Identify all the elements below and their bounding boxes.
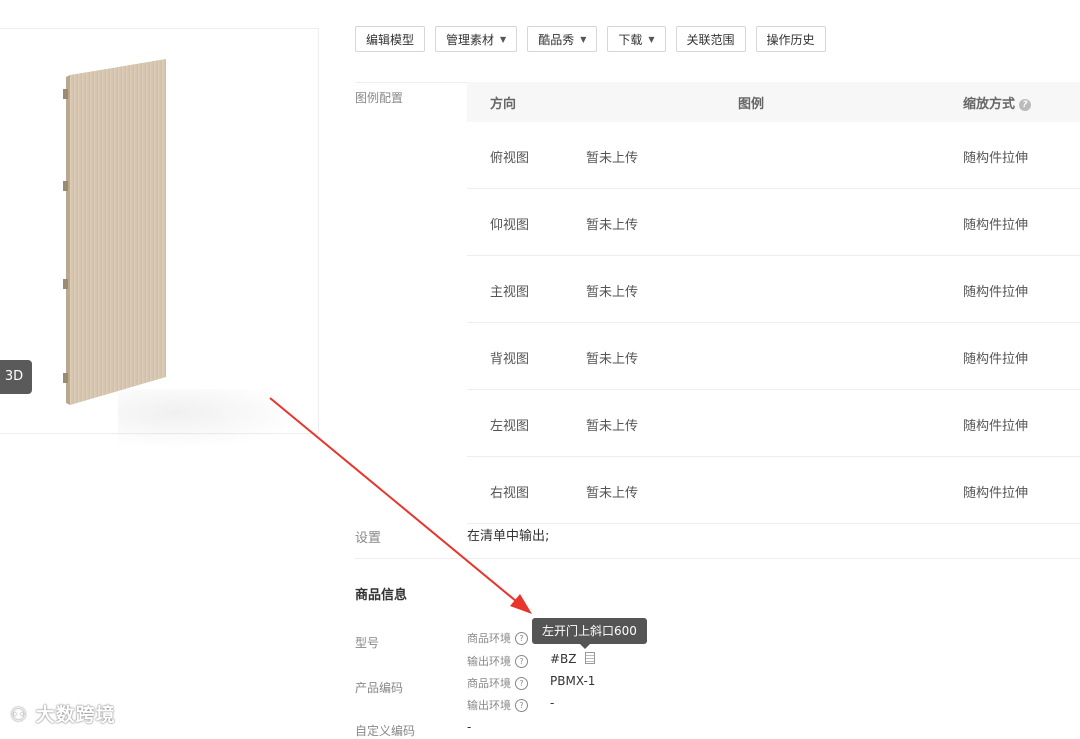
row-status: 暂未上传 <box>586 285 639 300</box>
custom-code-label: 自定义编码 <box>355 724 416 738</box>
header-scale: 缩放方式? <box>963 93 1032 112</box>
env-output-label: 输出环境 <box>467 655 511 668</box>
row-direction: 俯视图 <box>490 151 530 166</box>
env-output-label: 输出环境 <box>467 699 511 712</box>
kupinxiu-dropdown[interactable]: 酷品秀 ▼ <box>527 26 598 52</box>
row-scale: 随构件拉伸 <box>963 419 1029 434</box>
code-output-value: - <box>550 696 555 710</box>
operation-history-button[interactable]: 操作历史 <box>755 26 826 52</box>
document-icon[interactable] <box>584 652 595 664</box>
row-direction: 主视图 <box>490 285 530 300</box>
table-row: 俯视图 暂未上传 随构件拉伸 <box>467 122 1080 189</box>
help-icon[interactable]: ? <box>1019 99 1032 111</box>
watermark-text: 大数跨境 <box>35 704 116 726</box>
kupinxiu-label: 酷品秀 <box>538 32 575 47</box>
table-row: 左视图 暂未上传 随构件拉伸 <box>467 390 1080 457</box>
download-label: 下载 <box>618 32 643 47</box>
code-env-output: 输出环境? <box>467 697 528 713</box>
edit-model-label: 编辑模型 <box>366 32 415 47</box>
model-label: 型号 <box>355 636 380 650</box>
settings-value: 在清单中输出; <box>467 529 550 544</box>
row-status: 暂未上传 <box>586 352 639 367</box>
row-scale: 随构件拉伸 <box>963 285 1029 300</box>
row-status: 暂未上传 <box>586 218 639 233</box>
watermark-icon: ⚇ <box>10 704 36 726</box>
door-panel-render <box>63 59 166 405</box>
row-status: 暂未上传 <box>586 419 639 434</box>
code-product-value: PBMX-1 <box>550 674 596 688</box>
watermark-logo: ⚇ 大数跨境 <box>10 700 116 727</box>
header-direction: 方向 <box>490 97 517 112</box>
table-row: 仰视图 暂未上传 随构件拉伸 <box>467 189 1080 256</box>
manage-assets-dropdown[interactable]: 管理素材 ▼ <box>435 26 518 52</box>
settings-label: 设置 <box>355 531 382 546</box>
row-scale: 随构件拉伸 <box>963 486 1029 501</box>
related-scope-label: 关联范围 <box>686 32 735 47</box>
related-scope-button[interactable]: 关联范围 <box>675 26 746 52</box>
row-direction: 背视图 <box>490 352 530 367</box>
model-preview[interactable] <box>0 28 319 449</box>
table-row: 背视图 暂未上传 随构件拉伸 <box>467 323 1080 390</box>
row-scale: 随构件拉伸 <box>963 218 1029 233</box>
model-tooltip: 左开门上斜口600 <box>532 618 647 649</box>
legend-table: 方向 图例 缩放方式? 俯视图 暂未上传 随构件拉伸 仰视图 暂未上传 随构件拉… <box>467 82 1080 524</box>
legend-config-label: 图例配置 <box>355 91 404 105</box>
header-legend: 图例 <box>738 97 765 112</box>
row-direction: 左视图 <box>490 419 530 434</box>
row-status: 暂未上传 <box>586 151 639 166</box>
row-status: 暂未上传 <box>586 486 639 501</box>
model-output-value: #BZ <box>550 652 595 666</box>
product-info-title: 商品信息 <box>355 588 408 603</box>
product-code-label: 产品编码 <box>355 681 404 695</box>
row-scale: 随构件拉伸 <box>963 151 1029 166</box>
table-row: 右视图 暂未上传 随构件拉伸 <box>467 457 1080 524</box>
help-icon[interactable]: ? <box>515 631 528 645</box>
model-output-text: #BZ <box>550 652 577 666</box>
view-3d-button[interactable]: 3D <box>0 360 32 394</box>
operation-history-label: 操作历史 <box>766 32 815 47</box>
header-scale-label: 缩放方式 <box>963 97 1016 112</box>
code-env-product: 商品环境? <box>467 675 528 691</box>
legend-table-header: 方向 图例 缩放方式? <box>467 82 1080 122</box>
row-direction: 仰视图 <box>490 218 530 233</box>
model-env-product: 商品环境? <box>467 630 528 646</box>
row-direction: 右视图 <box>490 486 530 501</box>
help-icon[interactable]: ? <box>515 698 528 712</box>
custom-code-value: - <box>467 720 472 734</box>
env-product-label: 商品环境 <box>467 632 511 645</box>
row-scale: 随构件拉伸 <box>963 352 1029 367</box>
divider <box>355 558 1080 559</box>
caret-down-icon: ▼ <box>500 34 507 44</box>
table-row: 主视图 暂未上传 随构件拉伸 <box>467 256 1080 323</box>
download-dropdown[interactable]: 下载 ▼ <box>607 26 666 52</box>
toolbar: 编辑模型 管理素材 ▼ 酷品秀 ▼ 下载 ▼ 关联范围 操作历史 <box>355 26 826 52</box>
caret-down-icon: ▼ <box>648 34 655 44</box>
model-env-output: 输出环境? <box>467 653 528 669</box>
env-product-label: 商品环境 <box>467 677 511 690</box>
edit-model-button[interactable]: 编辑模型 <box>355 26 426 52</box>
manage-assets-label: 管理素材 <box>446 32 495 47</box>
help-icon[interactable]: ? <box>515 654 528 668</box>
caret-down-icon: ▼ <box>580 34 587 44</box>
help-icon[interactable]: ? <box>515 676 528 690</box>
